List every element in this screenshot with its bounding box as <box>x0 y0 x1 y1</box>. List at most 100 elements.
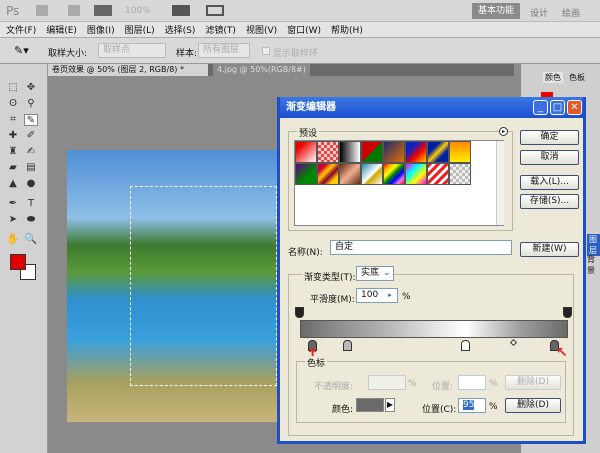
workspace-design[interactable]: 设计 <box>530 6 548 19</box>
preset-swatch[interactable] <box>317 163 339 185</box>
menu-help[interactable]: 帮助(H) <box>331 23 363 36</box>
mini-bridge-icon[interactable] <box>68 5 80 16</box>
close-icon[interactable]: ✕ <box>567 100 582 115</box>
foreground-color-swatch[interactable] <box>10 254 26 270</box>
workspace-essentials[interactable]: 基本功能 <box>472 3 520 19</box>
load-button[interactable]: 载入(L)... <box>520 175 579 190</box>
sample-select[interactable]: 所有图层 <box>198 43 250 58</box>
preset-swatch[interactable] <box>405 163 427 185</box>
lasso-tool-icon[interactable]: ʘ <box>6 98 20 110</box>
eraser-tool-icon[interactable]: ▰ <box>6 162 20 174</box>
application-bar: Ps 100% 基本功能 设计 绘画 <box>0 0 600 22</box>
type-tool-icon[interactable]: T <box>24 198 38 210</box>
menu-filter[interactable]: 滤镜(T) <box>205 23 236 36</box>
menu-select[interactable]: 选择(S) <box>165 23 196 36</box>
clone-stamp-icon[interactable]: ♜ <box>6 146 20 158</box>
brush-tool-icon[interactable]: ✐ <box>24 130 38 142</box>
presets-menu-icon[interactable]: ▸ <box>499 127 508 136</box>
preset-swatch[interactable] <box>427 141 449 163</box>
move-tool-icon[interactable]: ✥ <box>24 82 38 94</box>
menu-file[interactable]: 文件(F) <box>6 23 36 36</box>
name-input[interactable]: 自定 <box>330 240 512 255</box>
minimize-icon[interactable]: _ <box>533 100 548 115</box>
screen-mode-icon[interactable] <box>206 5 224 16</box>
location-input[interactable]: 95 <box>458 398 486 413</box>
preset-swatch[interactable] <box>317 141 339 163</box>
preset-swatch[interactable] <box>427 163 449 185</box>
tab-doc-2[interactable]: 4.jpg @ 50%(RGB/8#) <box>213 64 310 76</box>
color-stop[interactable] <box>343 340 353 351</box>
gradient-type-value: 实底 <box>361 268 380 278</box>
preset-swatch[interactable] <box>361 141 383 163</box>
save-button[interactable]: 存储(S)... <box>520 194 579 209</box>
marquee-tool-icon[interactable]: ⬚ <box>6 82 20 94</box>
preset-swatch[interactable] <box>339 141 361 163</box>
healing-brush-icon[interactable]: ✚ <box>6 130 20 142</box>
zoom-tool-icon[interactable]: 🔍 <box>24 234 38 246</box>
eyedropper-tool-icon[interactable]: ✎ <box>24 114 38 126</box>
sample-size-select[interactable]: 取样点 <box>98 43 166 58</box>
opacity-location-input <box>458 375 486 390</box>
cancel-button[interactable]: 取消 <box>520 150 579 165</box>
stop-color-swatch[interactable] <box>356 398 384 412</box>
shape-tool-icon[interactable]: ⬬ <box>24 214 38 226</box>
color-menu-arrow-icon[interactable]: ▶ <box>385 398 395 412</box>
smoothness-percent: % <box>402 292 411 302</box>
maximize-icon[interactable]: □ <box>550 100 565 115</box>
presets-scrollbar[interactable] <box>496 141 504 225</box>
preset-swatch[interactable] <box>405 141 427 163</box>
pen-tool-icon[interactable]: ✒ <box>6 198 20 210</box>
tab-swatches[interactable]: 色板 <box>567 72 587 83</box>
chevron-down-icon: ⌄ <box>383 268 391 278</box>
gradient-tool-icon[interactable]: ▤ <box>24 162 38 174</box>
hand-tool-icon[interactable]: ✋ <box>6 234 20 246</box>
presets-group: 预设 ▸ <box>288 126 513 231</box>
presets-list <box>294 140 504 226</box>
preset-swatch[interactable] <box>383 141 405 163</box>
smoothness-value: 100 <box>361 290 379 300</box>
show-ring-checkbox[interactable] <box>262 47 270 55</box>
preset-swatch[interactable] <box>449 141 471 163</box>
view-extras-icon[interactable] <box>94 5 112 16</box>
tab-doc-1[interactable]: 卷页效果 @ 50% (图层 2, RGB/8) * <box>48 64 208 76</box>
workspace-painting[interactable]: 绘画 <box>562 6 580 19</box>
gradient-type-select[interactable]: 实底 ⌄ <box>356 266 394 281</box>
layers-tab[interactable]: 图层 <box>587 234 600 256</box>
opacity-stop[interactable] <box>563 307 572 318</box>
quick-select-icon[interactable]: ⚲ <box>24 98 38 110</box>
slider-arrow-icon[interactable]: ▸ <box>388 291 392 299</box>
gradient-preview-bar[interactable] <box>300 320 568 338</box>
preset-swatch[interactable] <box>339 163 361 185</box>
new-button[interactable]: 新建(W) <box>520 242 579 257</box>
menu-window[interactable]: 窗口(W) <box>287 23 321 36</box>
blur-tool-icon[interactable]: ▲ <box>6 178 20 190</box>
preset-swatch[interactable] <box>295 141 317 163</box>
tab-color[interactable]: 颜色 <box>543 72 563 83</box>
eyedropper-icon[interactable]: ✎▾ <box>14 44 29 57</box>
smoothness-input[interactable]: 100 ▸ <box>356 288 398 303</box>
midpoint-marker[interactable] <box>510 338 518 347</box>
preset-swatch[interactable] <box>449 163 471 185</box>
ok-button[interactable]: 确定 <box>520 130 579 145</box>
bridge-icon[interactable] <box>36 5 48 16</box>
menu-layer[interactable]: 图层(L) <box>125 23 155 36</box>
preset-swatch[interactable] <box>361 163 383 185</box>
preset-swatch[interactable] <box>295 163 317 185</box>
dodge-tool-icon[interactable]: ● <box>24 178 38 190</box>
history-brush-icon[interactable]: ✍ <box>24 146 38 158</box>
color-stop[interactable] <box>461 340 471 351</box>
menu-view[interactable]: 视图(V) <box>246 23 277 36</box>
path-select-icon[interactable]: ➤ <box>6 214 20 226</box>
menu-image[interactable]: 图像(I) <box>87 23 115 36</box>
opacity-label: 不透明度: <box>314 382 354 392</box>
tools-panel: ⬚ ✥ ʘ ⚲ ⌗ ✎ ✚ ✐ ♜ ✍ ▰ ▤ ▲ ● ✒ T ➤ ⬬ ✋ 🔍 <box>0 64 48 453</box>
menu-edit[interactable]: 编辑(E) <box>46 23 77 36</box>
crop-tool-icon[interactable]: ⌗ <box>6 114 20 126</box>
layer-background[interactable]: 背景 <box>587 254 600 276</box>
delete-stop-button[interactable]: 删除(D) <box>505 398 561 413</box>
arrange-icon[interactable] <box>172 5 190 16</box>
preset-swatch[interactable] <box>383 163 405 185</box>
menu-bar: 文件(F) 编辑(E) 图像(I) 图层(L) 选择(S) 滤镜(T) 视图(V… <box>0 22 600 37</box>
zoom-level[interactable]: 100% <box>125 6 151 16</box>
opacity-stop[interactable] <box>295 307 304 318</box>
